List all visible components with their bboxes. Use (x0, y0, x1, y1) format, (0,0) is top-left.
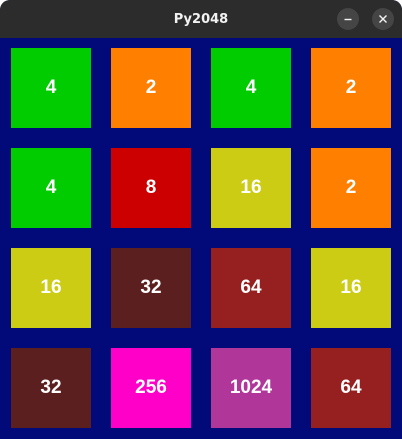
tile: 4 (11, 48, 91, 128)
tile: 2 (311, 48, 391, 128)
game-window: Py2048 4 2 4 2 4 8 16 2 16 32 64 16 32 256 1024 64 (0, 0, 402, 439)
close-button[interactable] (372, 8, 394, 30)
tile: 8 (111, 148, 191, 228)
close-icon (379, 15, 387, 23)
tile: 64 (211, 248, 291, 328)
tile: 2 (311, 148, 391, 228)
title-bar[interactable]: Py2048 (0, 0, 402, 38)
tile: 16 (311, 248, 391, 328)
tile: 32 (111, 248, 191, 328)
tile: 2 (111, 48, 191, 128)
tile: 16 (11, 248, 91, 328)
tile: 16 (211, 148, 291, 228)
minimize-icon (344, 18, 352, 21)
minimize-button[interactable] (337, 8, 359, 30)
tile: 32 (11, 348, 91, 428)
tile: 64 (311, 348, 391, 428)
window-title: Py2048 (173, 11, 229, 27)
tile: 4 (211, 48, 291, 128)
tile: 1024 (211, 348, 291, 428)
game-board[interactable]: 4 2 4 2 4 8 16 2 16 32 64 16 32 256 1024 64 (0, 38, 402, 439)
tile: 4 (11, 148, 91, 228)
tile: 256 (111, 348, 191, 428)
